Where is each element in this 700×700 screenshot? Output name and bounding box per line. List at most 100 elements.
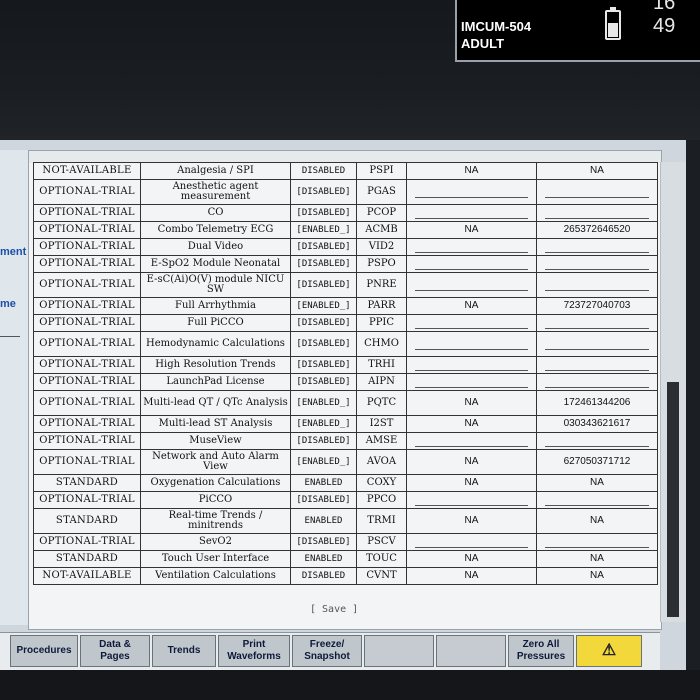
table-row[interactable]: STANDARD Real-time Trends / minitrends ENA… — [33, 508, 658, 534]
empty-field[interactable] — [415, 339, 528, 350]
row-option-name: Dual Video — [140, 238, 291, 256]
empty-field[interactable] — [545, 280, 649, 291]
table-row[interactable]: OPTIONAL-TRIAL Multi-lead QT / QTc Analys… — [33, 390, 658, 416]
table-scrollbar[interactable] — [660, 162, 687, 622]
table-row[interactable]: OPTIONAL-TRIAL Anesthetic agent measureme… — [33, 179, 658, 205]
empty-field[interactable] — [545, 377, 649, 388]
row-status: OPTIONAL-TRIAL — [33, 449, 141, 475]
left-menu-label-1[interactable]: ment — [0, 246, 26, 258]
toolbar-button-data-pages[interactable]: Data & Pages — [80, 635, 150, 667]
table-row[interactable]: NOT-AVAILABLE Ventilation Calculations DIS… — [33, 567, 658, 585]
row-option-name: E-sC(Ai)O(V) module NICU SW — [140, 272, 291, 298]
empty-field[interactable] — [415, 377, 528, 388]
table-row[interactable]: OPTIONAL-TRIAL Network and Auto Alarm Vie… — [33, 449, 658, 475]
row-state[interactable]: ENABLED — [290, 474, 357, 492]
empty-field[interactable] — [545, 242, 649, 253]
row-status: NOT-AVAILABLE — [33, 162, 141, 180]
save-button[interactable]: [ Save ] — [310, 604, 358, 615]
row-code: AMSE — [356, 432, 407, 450]
row-state[interactable]: [DISABLED] — [290, 179, 357, 205]
empty-field[interactable] — [415, 208, 528, 219]
empty-field[interactable] — [415, 495, 528, 506]
row-state[interactable]: [ENABLED_] — [290, 449, 357, 475]
row-state[interactable]: DISABLED — [290, 567, 357, 585]
row-state[interactable]: ENABLED — [290, 550, 357, 568]
empty-field[interactable] — [415, 436, 528, 447]
toolbar-button-procedures[interactable]: Procedures — [10, 635, 78, 667]
empty-field[interactable] — [415, 259, 528, 270]
row-option-name: CO — [140, 204, 291, 222]
row-state[interactable]: [DISABLED] — [290, 432, 357, 450]
row-state[interactable]: [DISABLED] — [290, 238, 357, 256]
row-code: PPCO — [356, 491, 407, 509]
empty-field[interactable] — [415, 318, 528, 329]
toolbar-button-freeze-snapshot[interactable]: Freeze/ Snapshot — [292, 635, 362, 667]
row-option-name: SevO2 — [140, 533, 291, 551]
row-state[interactable]: [ENABLED_] — [290, 221, 357, 239]
row-state[interactable]: [ENABLED_] — [290, 390, 357, 416]
empty-field[interactable] — [545, 339, 649, 350]
row-value — [406, 432, 537, 450]
row-state[interactable]: [DISABLED] — [290, 204, 357, 222]
empty-field[interactable] — [545, 187, 649, 198]
empty-field[interactable] — [415, 537, 528, 548]
row-value — [406, 356, 537, 374]
row-code: AVOA — [356, 449, 407, 475]
row-state[interactable]: [DISABLED] — [290, 272, 357, 298]
empty-field[interactable] — [545, 208, 649, 219]
empty-field[interactable] — [415, 280, 528, 291]
empty-field[interactable] — [545, 259, 649, 270]
empty-field[interactable] — [415, 187, 528, 198]
table-row[interactable]: OPTIONAL-TRIAL CO [DISABLED] PCOP — [33, 204, 658, 222]
toolbar-button-disabled-6[interactable] — [436, 635, 506, 667]
empty-field[interactable] — [415, 360, 528, 371]
row-state[interactable]: [DISABLED] — [290, 491, 357, 509]
row-code: CVNT — [356, 567, 407, 585]
row-state[interactable]: [DISABLED] — [290, 373, 357, 391]
empty-field[interactable] — [545, 360, 649, 371]
row-option-name: Hemodynamic Calculations — [140, 331, 291, 357]
empty-field[interactable] — [415, 242, 528, 253]
table-row[interactable]: OPTIONAL-TRIAL Combo Telemetry ECG [ENABLE… — [33, 221, 658, 239]
table-row[interactable]: NOT-AVAILABLE Analgesia / SPI DISABLED PSPI… — [33, 162, 658, 180]
table-row[interactable]: OPTIONAL-TRIAL PiCCO [DISABLED] PPCO — [33, 491, 658, 509]
row-state[interactable]: [DISABLED] — [290, 356, 357, 374]
table-row[interactable]: OPTIONAL-TRIAL LaunchPad License [DISABLED… — [33, 373, 658, 391]
row-code: I2ST — [356, 415, 407, 433]
row-status: OPTIONAL-TRIAL — [33, 331, 141, 357]
row-state[interactable]: [ENABLED_] — [290, 415, 357, 433]
row-state[interactable]: [DISABLED] — [290, 255, 357, 273]
empty-field[interactable] — [545, 318, 649, 329]
row-state[interactable]: [DISABLED] — [290, 533, 357, 551]
table-row[interactable]: OPTIONAL-TRIAL SevO2 [DISABLED] PSCV — [33, 533, 658, 551]
row-value: NA — [406, 390, 537, 416]
empty-field[interactable] — [545, 436, 649, 447]
toolbar-button-trends[interactable]: Trends — [152, 635, 216, 667]
table-row[interactable]: OPTIONAL-TRIAL E-sC(Ai)O(V) module NICU S… — [33, 272, 658, 298]
row-code: ACMB — [356, 221, 407, 239]
table-row[interactable]: OPTIONAL-TRIAL MuseView [DISABLED] AMSE — [33, 432, 658, 450]
alarm-silence-button[interactable]: ⚠ — [576, 635, 642, 667]
table-row[interactable]: OPTIONAL-TRIAL Dual Video [DISABLED] VID2 — [33, 238, 658, 256]
row-state[interactable]: [ENABLED_] — [290, 297, 357, 315]
empty-field[interactable] — [545, 537, 649, 548]
row-state[interactable]: ENABLED — [290, 508, 357, 534]
toolbar-button-print-waveforms[interactable]: Print Waveforms — [218, 635, 290, 667]
table-row[interactable]: OPTIONAL-TRIAL Full Arrhythmia [ENABLED_] P… — [33, 297, 658, 315]
table-row[interactable]: OPTIONAL-TRIAL Full PiCCO [DISABLED] PPIC — [33, 314, 658, 332]
left-menu-label-2[interactable]: me — [0, 298, 16, 310]
table-row[interactable]: STANDARD Touch User Interface ENABLED TOUC N… — [33, 550, 658, 568]
table-row[interactable]: OPTIONAL-TRIAL E-SpO2 Module Neonatal [DIS… — [33, 255, 658, 273]
table-row[interactable]: OPTIONAL-TRIAL Hemodynamic Calculations [D… — [33, 331, 658, 357]
table-row[interactable]: OPTIONAL-TRIAL Multi-lead ST Analysis [ENA… — [33, 415, 658, 433]
empty-field[interactable] — [545, 495, 649, 506]
table-row[interactable]: OPTIONAL-TRIAL High Resolution Trends [DIS… — [33, 356, 658, 374]
row-state[interactable]: [DISABLED] — [290, 331, 357, 357]
row-value: NA — [406, 449, 537, 475]
scrollbar-thumb[interactable] — [667, 382, 679, 617]
row-state[interactable]: DISABLED — [290, 162, 357, 180]
toolbar-button-disabled-5[interactable] — [364, 635, 434, 667]
toolbar-button-zero-all-pressures[interactable]: Zero All Pressures — [508, 635, 574, 667]
table-row[interactable]: STANDARD Oxygenation Calculations ENABLED C… — [33, 474, 658, 492]
row-state[interactable]: [DISABLED] — [290, 314, 357, 332]
